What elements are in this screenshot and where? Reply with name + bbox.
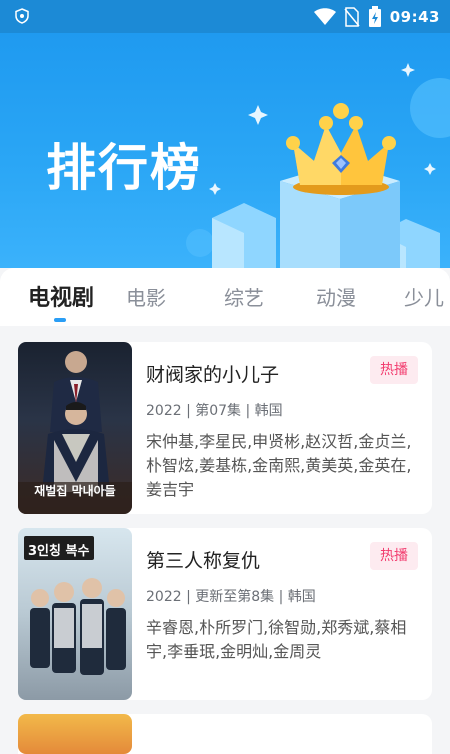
poster-title-text: 3인칭 복수 — [28, 544, 90, 559]
tab-anime[interactable]: 动漫 — [316, 282, 356, 311]
poster-title-text: 재벌집 막내아들 — [34, 484, 116, 498]
item-cast: 辛睿恩,朴所罗门,徐智勋,郑秀斌,蔡相宇,李垂珉,金明灿,金周灵 — [146, 618, 407, 661]
ranking-banner: 排行榜 — [0, 33, 450, 268]
crown-icon — [286, 103, 396, 195]
item-meta: 2022 | 第07集 | 韩国 — [146, 403, 283, 419]
list-item[interactable] — [18, 714, 432, 754]
poster-image: 3인칭 복수 — [18, 528, 132, 700]
banner-title: 排行榜 — [46, 139, 202, 197]
category-tabs: 电视剧 电影 综艺 动漫 少儿 — [0, 268, 450, 326]
wifi-icon — [313, 8, 336, 25]
ranking-list: 재벌집 막내아들 财阀家的小儿子 热播 2022 | 第07集 | 韩国 宋仲基… — [0, 326, 450, 754]
tab-tv-series[interactable]: 电视剧 — [28, 280, 94, 312]
tab-indicator — [54, 318, 66, 322]
status-bar: 09:43 — [0, 0, 450, 33]
hot-badge: 热播 — [370, 542, 418, 570]
shield-icon — [15, 8, 29, 24]
poster-image — [18, 714, 132, 754]
tab-movies[interactable]: 电影 — [126, 282, 166, 311]
no-sim-icon — [344, 7, 360, 27]
item-title: 第三人称复仇 — [146, 550, 261, 572]
list-item[interactable]: 3인칭 복수 第三人称复仇 热播 2022 | 更新至第8集 | 韩国 辛睿恩,… — [18, 528, 432, 700]
list-item[interactable]: 재벌집 막내아들 财阀家的小儿子 热播 2022 | 第07集 | 韩国 宋仲基… — [18, 342, 432, 514]
poster-image: 재벌집 막내아들 — [18, 342, 132, 514]
tab-variety[interactable]: 综艺 — [224, 282, 264, 311]
tab-kids[interactable]: 少儿 — [404, 282, 444, 311]
status-time: 09:43 — [389, 8, 440, 26]
item-meta: 2022 | 更新至第8集 | 韩国 — [146, 589, 316, 605]
hot-badge: 热播 — [370, 356, 418, 384]
battery-icon — [368, 6, 381, 27]
item-cast: 宋仲基,李星民,申贤彬,赵汉哲,金贞兰,朴智炫,姜基栋,金南熙,黄美英,金英在,… — [146, 432, 412, 499]
item-title: 财阀家的小儿子 — [146, 364, 280, 386]
